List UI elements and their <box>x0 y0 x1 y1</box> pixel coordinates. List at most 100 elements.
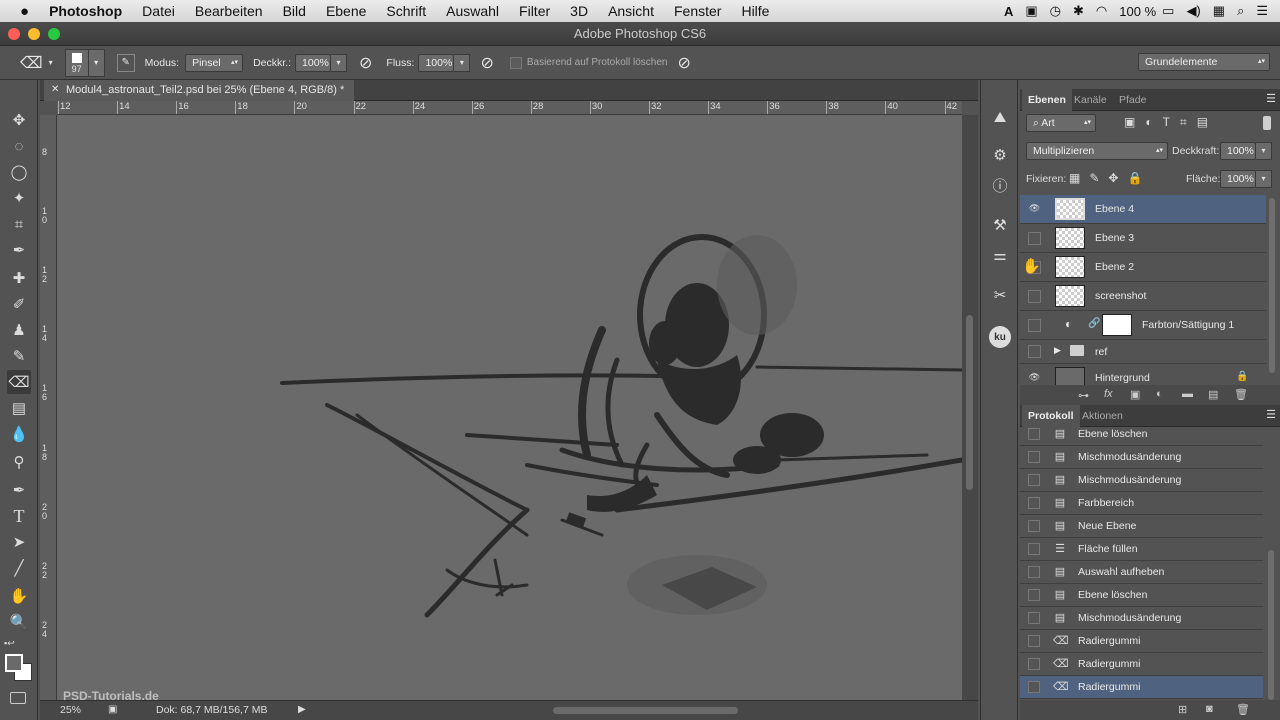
menu-filter[interactable]: Filter <box>519 3 550 19</box>
history-item[interactable]: ▤ Auswahl aufheben <box>1020 561 1263 584</box>
horizontal-scroll-thumb[interactable] <box>553 707 738 714</box>
camera-icon[interactable]: ▣ <box>1025 3 1037 19</box>
canvas-vertical-scrollbar[interactable] <box>962 115 978 700</box>
apple-icon[interactable]: ● <box>20 3 29 20</box>
pen-tool-icon[interactable]: ✒ <box>7 478 31 502</box>
layers-panel-menu-icon[interactable]: ☰ <box>1266 92 1276 105</box>
visibility-toggle[interactable] <box>1028 232 1041 245</box>
menu-hilfe[interactable]: Hilfe <box>741 3 769 19</box>
visibility-toggle[interactable] <box>1028 290 1041 303</box>
zoom-tool-icon[interactable]: 🔍 <box>7 610 31 634</box>
spotlight-search-icon[interactable]: ⌕ <box>1237 3 1244 19</box>
adjustments-icon[interactable]: ⚌ <box>989 244 1011 266</box>
menu-ansicht[interactable]: Ansicht <box>608 3 654 19</box>
menu-bearbeiten[interactable]: Bearbeiten <box>195 3 263 19</box>
notification-list-icon[interactable]: ☰ <box>1256 3 1268 19</box>
history-item[interactable]: ▤ Neue Ebene <box>1020 515 1263 538</box>
menu-fenster[interactable]: Fenster <box>674 3 721 19</box>
adobe-icon[interactable]: A <box>1004 4 1013 19</box>
filter-shape-icon[interactable]: ⌗ <box>1180 115 1197 129</box>
visibility-eye-icon[interactable]: 👁 <box>1028 203 1041 216</box>
filter-smartobject-icon[interactable]: ▤ <box>1197 115 1218 129</box>
line-tool-icon[interactable]: ╱ <box>7 556 31 580</box>
brush-tool-icon[interactable]: ✐ <box>7 292 31 316</box>
lock-pixels-icon[interactable]: ✎ <box>1089 171 1108 185</box>
path-selection-tool-icon[interactable]: ➤ <box>7 530 31 554</box>
pressure-size-icon[interactable]: ⊘ <box>677 53 690 73</box>
history-item[interactable]: ▤ Mischmodusänderung <box>1020 469 1263 492</box>
opacity-input[interactable]: 100% <box>295 53 332 72</box>
filter-type-icon[interactable]: T <box>1163 115 1180 129</box>
menu-datei[interactable]: Datei <box>142 3 175 19</box>
quick-mask-icon[interactable] <box>10 692 26 704</box>
move-tool-icon[interactable]: ✥ <box>7 108 31 132</box>
delete-layer-icon[interactable]: 🗑 <box>1234 388 1248 401</box>
dodge-tool-icon[interactable]: ⚲ <box>7 450 31 474</box>
navigator-icon[interactable]: ⚙ <box>989 144 1011 166</box>
workspace-select[interactable]: Grundelemente ▴▾ <box>1138 53 1270 71</box>
menu-app-name[interactable]: Photoshop <box>49 3 122 19</box>
pressure-opacity-icon[interactable]: ⊘ <box>359 53 372 73</box>
visibility-toggle[interactable] <box>1028 345 1041 358</box>
layer-row[interactable]: 👁 Hintergrund 🔒 <box>1020 364 1266 385</box>
erase-history-checkbox[interactable] <box>509 56 522 69</box>
close-document-icon[interactable]: ✕ <box>51 80 59 100</box>
default-colors-icon[interactable]: ▪↩ <box>4 638 15 649</box>
opacity-arrow[interactable]: ▾ <box>331 53 348 72</box>
visibility-toggle[interactable] <box>1028 319 1041 332</box>
wifi-icon[interactable]: ◠ <box>1096 3 1107 19</box>
clone-stamp-tool-icon[interactable]: ♟ <box>7 318 31 342</box>
menu-bild[interactable]: Bild <box>283 3 306 19</box>
layer-row[interactable]: screenshot <box>1020 282 1266 311</box>
history-item[interactable]: ⌫ Radiergummi <box>1020 630 1263 653</box>
filter-pixel-icon[interactable]: ▣ <box>1124 115 1145 129</box>
tab-paths[interactable]: Pfade <box>1113 89 1152 111</box>
new-document-from-state-icon[interactable]: ⊞ <box>1178 703 1187 716</box>
tool-preset-dropdown-icon[interactable]: ▾ <box>49 58 53 67</box>
history-snapshot-checkbox[interactable] <box>1028 681 1040 693</box>
new-group-icon[interactable]: ▬ <box>1182 388 1193 400</box>
filter-toggle-icon[interactable] <box>1263 116 1271 130</box>
history-snapshot-checkbox[interactable] <box>1028 428 1040 440</box>
layer-opacity-arrow[interactable]: ▾ <box>1256 142 1272 160</box>
history-snapshot-checkbox[interactable] <box>1028 658 1040 670</box>
airbrush-icon[interactable]: ⊘ <box>480 53 493 73</box>
fill-input[interactable]: 100% <box>1220 170 1256 188</box>
brush-presets-icon[interactable]: ⚒ <box>989 214 1011 236</box>
layer-filter-kind-select[interactable]: ⌕ Art ▴▾ <box>1026 114 1096 132</box>
fill-arrow[interactable]: ▾ <box>1256 170 1272 188</box>
lock-position-icon[interactable]: ✥ <box>1108 171 1127 185</box>
zoom-level[interactable]: 25% <box>60 704 81 716</box>
history-item[interactable]: ▤ Farbbereich <box>1020 492 1263 515</box>
type-tool-icon[interactable]: T <box>7 504 31 528</box>
history-item[interactable]: ▤ Ebene löschen <box>1020 423 1263 446</box>
delete-state-icon[interactable]: 🗑 <box>1236 703 1250 716</box>
history-panel-menu-icon[interactable]: ☰ <box>1266 408 1276 421</box>
history-brush-tool-icon[interactable]: ✎ <box>7 344 31 368</box>
history-snapshot-checkbox[interactable] <box>1028 589 1040 601</box>
history-snapshot-checkbox[interactable] <box>1028 451 1040 463</box>
hand-tool-icon[interactable]: ✋ <box>7 584 31 608</box>
history-item-current[interactable]: ⌫ Radiergummi <box>1020 676 1263 699</box>
new-snapshot-icon[interactable]: ◙ <box>1206 703 1213 715</box>
eyedropper-tool-icon[interactable]: ✒ <box>7 238 31 262</box>
layer-row[interactable]: Ebene 3 <box>1020 224 1266 253</box>
mask-link-icon[interactable]: 🔗 <box>1088 318 1100 329</box>
mode-select[interactable]: Pinsel ▴▾ <box>185 53 244 72</box>
history-snapshot-checkbox[interactable] <box>1028 474 1040 486</box>
vertical-scroll-thumb[interactable] <box>966 315 973 490</box>
menu-ebene[interactable]: Ebene <box>326 3 366 19</box>
menu-3d[interactable]: 3D <box>570 3 588 19</box>
eraser-tool-preset-icon[interactable]: ⌫ <box>20 53 43 73</box>
history-item[interactable]: ⌫ Radiergummi <box>1020 653 1263 676</box>
flow-arrow[interactable]: ▾ <box>454 53 471 72</box>
document-canvas[interactable]: PSD-Tutorials.de <box>57 115 962 700</box>
lock-all-icon[interactable]: 🔒 <box>1127 171 1151 185</box>
layer-row[interactable]: Ebene 2 ✋ <box>1020 253 1266 282</box>
battery-icon[interactable]: ▭ <box>1162 3 1174 19</box>
history-item[interactable]: ▤ Ebene löschen <box>1020 584 1263 607</box>
history-snapshot-checkbox[interactable] <box>1028 612 1040 624</box>
tab-layers[interactable]: Ebenen <box>1022 89 1072 111</box>
document-tab[interactable]: ✕ Modul4_astronaut_Teil2.psd bei 25% (Eb… <box>44 80 355 101</box>
ruler-vertical[interactable]: 8 1 0 1 2 1 4 1 6 1 8 2 0 2 2 2 4 <box>40 115 57 700</box>
